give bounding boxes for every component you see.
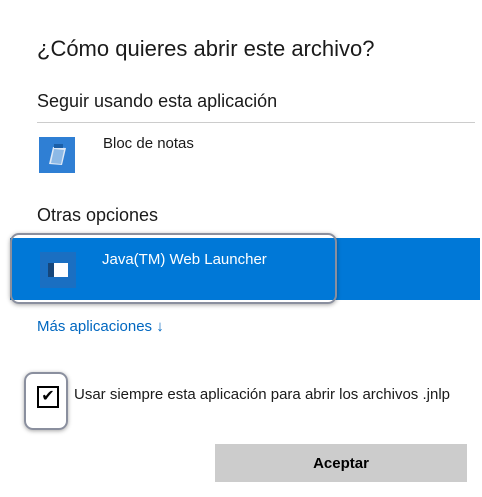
- always-use-checkbox-wrap[interactable]: ✔: [37, 386, 59, 408]
- section-divider: [37, 122, 475, 123]
- more-apps-link[interactable]: Más aplicaciones ↓: [37, 318, 164, 335]
- other-options-heading: Otras opciones: [37, 205, 159, 225]
- dialog-title: ¿Cómo quieres abrir este archivo?: [37, 36, 375, 61]
- accept-button[interactable]: Aceptar: [215, 444, 467, 482]
- app-item-notepad[interactable]: Bloc de notas: [37, 129, 475, 185]
- checkmark-icon: ✔: [41, 388, 55, 405]
- notepad-icon: [39, 137, 75, 173]
- app-label-notepad: Bloc de notas: [103, 135, 194, 152]
- always-use-checkbox[interactable]: ✔: [37, 386, 59, 408]
- highlight-callout: [10, 233, 337, 304]
- always-use-label: Usar siempre esta aplicación para abrir …: [74, 386, 450, 403]
- keep-using-heading: Seguir usando esta aplicación: [37, 91, 278, 111]
